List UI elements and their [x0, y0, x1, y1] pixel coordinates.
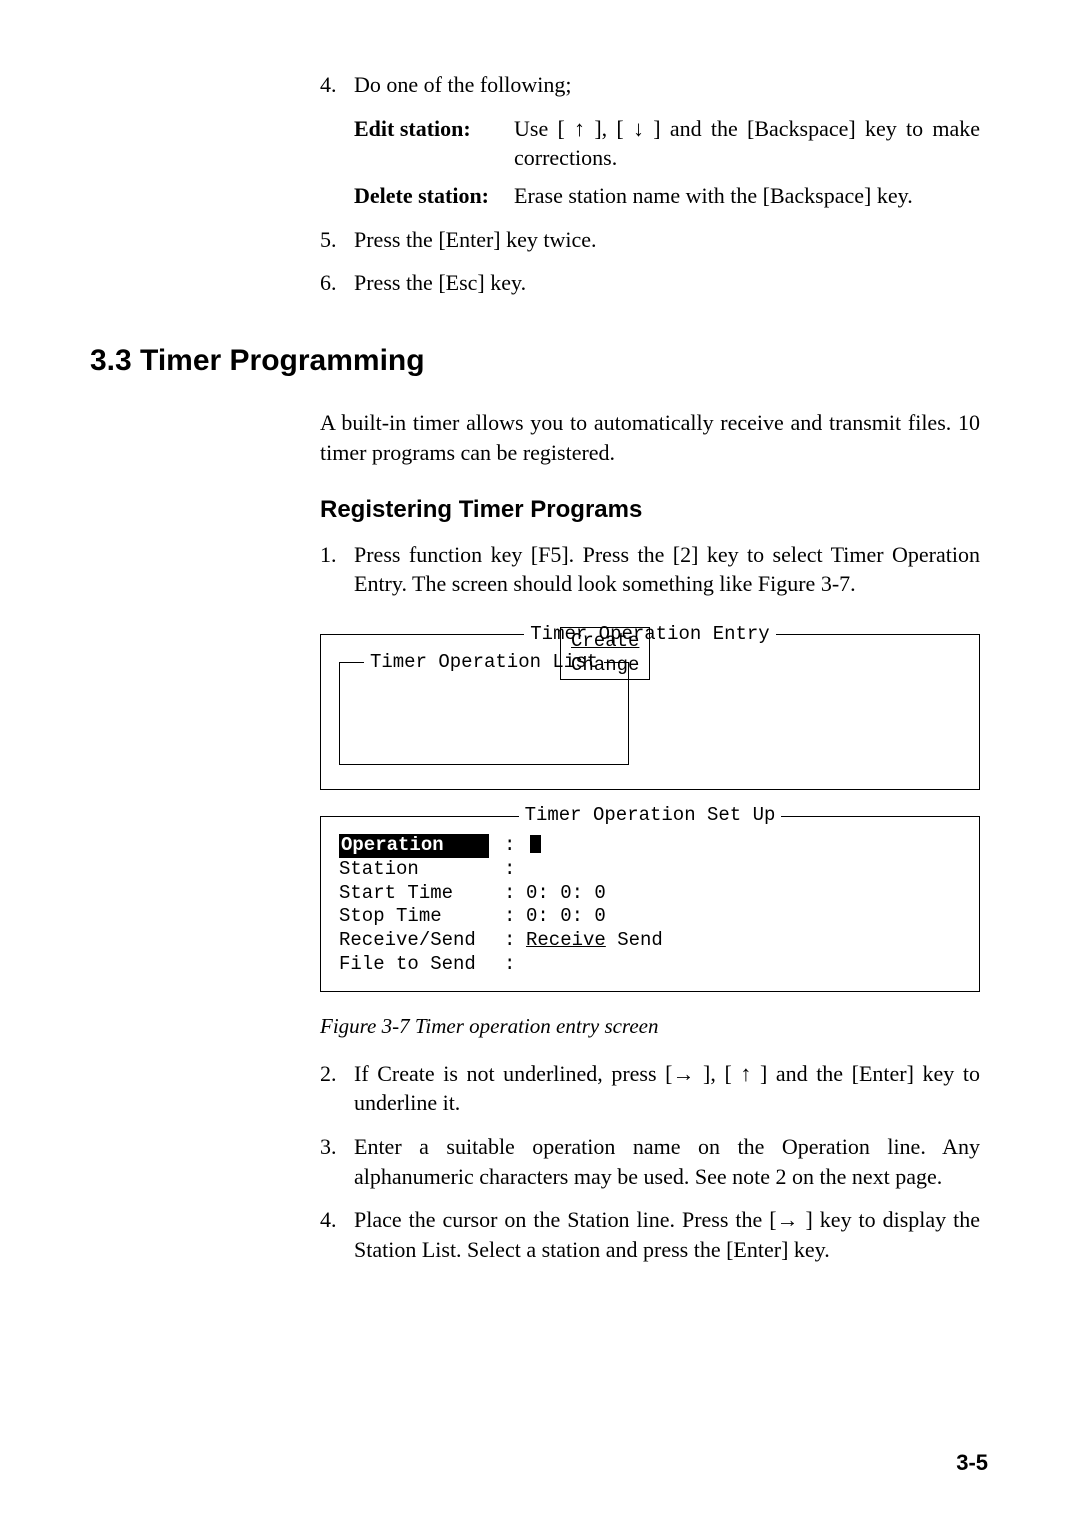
after-figure-steps: 2. If Create is not underlined, press [→…: [320, 1059, 980, 1265]
timer-operation-setup-legend: Timer Operation Set Up: [519, 804, 782, 828]
reg-step-4: 4. Place the cursor on the Station line.…: [320, 1205, 980, 1264]
delete-station-term: Delete station:: [354, 181, 514, 211]
label-station: Station: [339, 858, 504, 882]
timer-operation-setup-box: Timer Operation Set Up Operation : Stati…: [320, 804, 980, 991]
edit-station-row: Edit station: Use [ ↑ ], [ ↓ ] and the […: [354, 114, 980, 173]
top-steps: 4. Do one of the following; Edit station…: [320, 70, 980, 298]
step-6-num: 6.: [320, 268, 354, 298]
section-body: A built-in timer allows you to automatic…: [320, 408, 980, 599]
reg-step-3-text: Enter a suitable operation name on the O…: [354, 1132, 980, 1191]
value-receive-send: Receive Send: [526, 929, 663, 953]
row-operation: Operation :: [339, 834, 961, 858]
colon: :: [504, 834, 526, 858]
label-operation: Operation: [339, 834, 489, 858]
choice-create: Create: [571, 630, 639, 654]
subhead-registering: Registering Timer Programs: [320, 496, 980, 524]
edit-station-desc: Use [ ↑ ], [ ↓ ] and the [Backspace] key…: [514, 114, 980, 173]
section-intro: A built-in timer allows you to automatic…: [320, 408, 980, 467]
reg-step-3-num: 3.: [320, 1132, 354, 1191]
page-number: 3-5: [956, 1450, 988, 1476]
create-change-box: Create Change: [560, 627, 650, 681]
figure-screen: Timer Operation Entry Timer Operation Li…: [320, 623, 980, 992]
step-5-num: 5.: [320, 225, 354, 255]
reg-step-4-text: Place the cursor on the Station line. Pr…: [354, 1205, 980, 1264]
label-start-time: Start Time: [339, 882, 504, 906]
step-4-num: 4.: [320, 70, 354, 100]
step-5: 5. Press the [Enter] key twice.: [320, 225, 980, 255]
reg-step-2-num: 2.: [320, 1059, 354, 1118]
label-file-to-send: File to Send: [339, 953, 504, 977]
reg-step-3: 3. Enter a suitable operation name on th…: [320, 1132, 980, 1191]
step-6-text: Press the [Esc] key.: [354, 268, 980, 298]
reg-step-2: 2. If Create is not underlined, press [→…: [320, 1059, 980, 1118]
figure-caption: Figure 3-7 Timer operation entry screen: [320, 1014, 980, 1039]
reg-step-1-num: 1.: [320, 540, 354, 599]
reg-step-4-num: 4.: [320, 1205, 354, 1264]
row-start-time: Start Time : 0: 0: 0: [339, 882, 961, 906]
label-stop-time: Stop Time: [339, 905, 504, 929]
value-operation: [526, 834, 541, 858]
value-start-time: 0: 0: 0: [526, 882, 606, 906]
step-6: 6. Press the [Esc] key.: [320, 268, 980, 298]
value-stop-time: 0: 0: 0: [526, 905, 606, 929]
reg-step-1-text: Press function key [F5]. Press the [2] k…: [354, 540, 980, 599]
choice-change: Change: [571, 654, 639, 678]
timer-operation-list-body: [340, 674, 628, 764]
row-receive-send: Receive/Send : Receive Send: [339, 929, 961, 953]
section-title: 3.3 Timer Programming: [90, 344, 990, 378]
timer-operation-entry-box: Timer Operation Entry Timer Operation Li…: [320, 623, 980, 791]
step-4: 4. Do one of the following;: [320, 70, 980, 100]
delete-station-row: Delete station: Erase station name with …: [354, 181, 980, 211]
figure-3-7: Timer Operation Entry Timer Operation Li…: [320, 623, 980, 1039]
reg-step-1: 1. Press function key [F5]. Press the [2…: [320, 540, 980, 599]
delete-station-desc: Erase station name with the [Backspace] …: [514, 181, 980, 211]
step-4-text: Do one of the following;: [354, 70, 980, 100]
edit-station-term: Edit station:: [354, 114, 514, 173]
step-5-text: Press the [Enter] key twice.: [354, 225, 980, 255]
row-station: Station :: [339, 858, 961, 882]
row-stop-time: Stop Time : 0: 0: 0: [339, 905, 961, 929]
cursor-icon: [530, 835, 541, 853]
label-receive-send: Receive/Send: [339, 929, 504, 953]
reg-step-2-text: If Create is not underlined, press [→ ],…: [354, 1059, 980, 1118]
row-file-to-send: File to Send :: [339, 953, 961, 977]
